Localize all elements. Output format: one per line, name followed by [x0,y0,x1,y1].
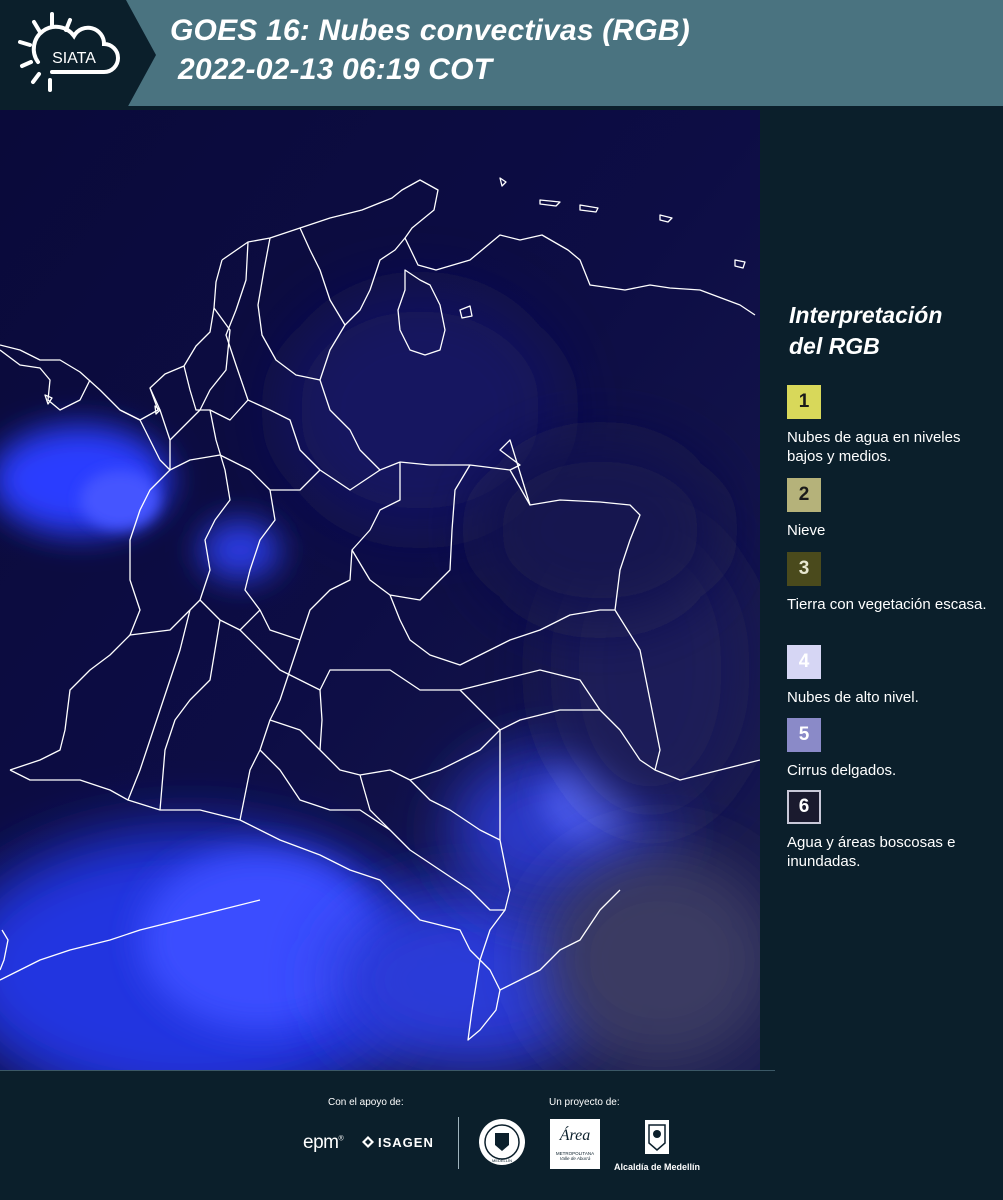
legend-label: Cirrus delgados. [787,762,897,779]
legend-item: 5 Cirrus delgados. [787,718,997,780]
isagen-logo: ISAGEN [360,1134,434,1150]
legend-title-line2: del RGB [789,333,880,359]
legend-swatch: 1 [787,385,821,419]
area-logo-sub2: Valle de Aburrá [559,1156,591,1161]
legend-swatch: 3 [787,552,821,586]
siata-logo: SIATA [0,0,156,110]
satellite-map-image [0,110,760,1070]
legend-item: 1 Nubes de agua en niveles bajos y medio… [787,385,997,466]
page-title: GOES 16: Nubes convectivas (RGB) [170,14,690,47]
project-label: Un proyecto de: [549,1097,620,1108]
footer-vertical-divider [458,1117,459,1169]
legend-title-line1: Interpretación [789,302,943,328]
legend-label: Nubes de alto nivel. [787,689,919,706]
footer-divider [0,1070,775,1071]
legend-title: Interpretación del RGB [789,300,989,362]
area-logo-text: Área [559,1127,591,1144]
isagen-mark-icon [362,1136,374,1148]
alcaldia-logo-text: Alcaldía de Medellín [613,1162,701,1172]
page-timestamp: 2022-02-13 06:19 COT [178,53,493,86]
alcaldia-shield-icon [645,1120,669,1154]
legend-item: 4 Nubes de alto nivel. [787,645,997,707]
svg-text:SIATA: SIATA [52,50,96,67]
legend-item: 6 Agua y áreas boscosas e inundadas. [787,790,997,871]
support-label: Con el apoyo de: [328,1097,404,1108]
legend-swatch: 4 [787,645,821,679]
legend-swatch: 2 [787,478,821,512]
legend-item: 2 Nieve [787,478,997,540]
legend-swatch: 6 [787,790,821,824]
legend-swatch: 5 [787,718,821,752]
alcaldia-medellin-logo: Alcaldía de Medellín [612,1119,702,1172]
medellin-seal-icon: MEDELLÍN [479,1119,525,1165]
legend-label: Nieve [787,522,826,539]
isagen-logo-text: ISAGEN [378,1134,434,1150]
legend-label: Nubes de agua en niveles bajos y medios. [787,429,961,465]
legend-label: Tierra con vegetación escasa. [787,596,987,613]
header-banner: SIATA GOES 16: Nubes convectivas (RGB) 2… [0,0,1003,110]
epm-logo-text: epm [303,1132,339,1153]
svg-text:MEDELLÍN: MEDELLÍN [492,1158,512,1163]
satellite-map [0,110,760,1070]
legend-label: Agua y áreas boscosas e inundadas. [787,834,956,870]
area-metropolitana-logo: Área METROPOLITANA Valle de Aburrá [550,1119,600,1169]
legend-item: 3 Tierra con vegetación escasa. [787,552,997,614]
epm-logo: epm® [303,1132,344,1153]
